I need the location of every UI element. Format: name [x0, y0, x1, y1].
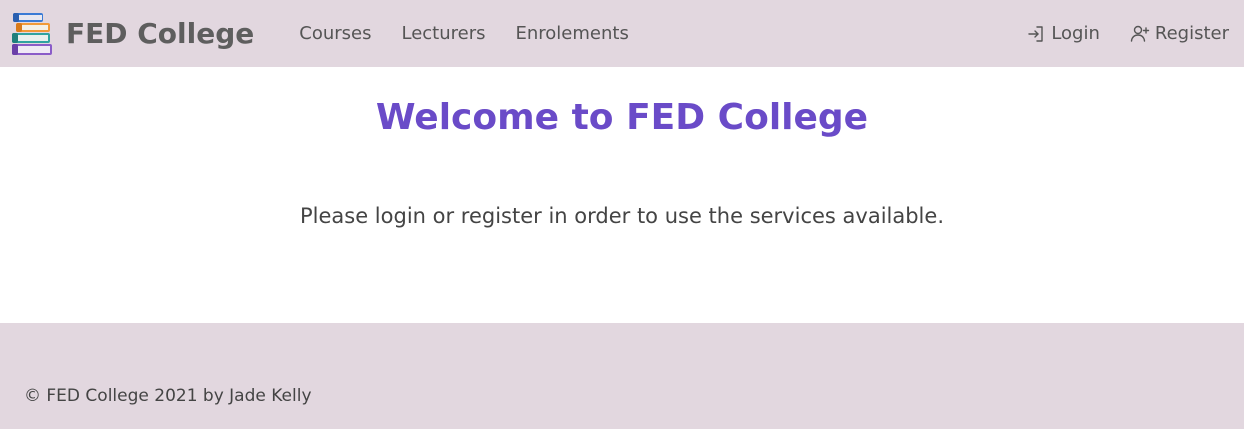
navbar: FED College Courses Lecturers Enrolement…: [0, 0, 1244, 67]
page-title: Welcome to FED College: [375, 97, 869, 138]
footer-copyright: © FED College 2021 by Jade Kelly: [24, 386, 312, 406]
main-content: Welcome to FED College Please login or r…: [0, 67, 1244, 323]
nav-link-courses[interactable]: Courses: [299, 23, 371, 44]
add-user-icon: [1130, 25, 1150, 42]
brand-link[interactable]: FED College: [10, 11, 254, 57]
books-icon: [12, 12, 52, 55]
login-link[interactable]: Login: [1026, 23, 1100, 44]
login-label: Login: [1051, 23, 1100, 44]
register-link[interactable]: Register: [1130, 23, 1229, 44]
nav-link-lecturers[interactable]: Lecturers: [401, 23, 485, 44]
nav-link-enrolements[interactable]: Enrolements: [516, 23, 629, 44]
nav-links: Courses Lecturers Enrolements: [299, 23, 659, 44]
nav-auth: Login Register: [996, 23, 1229, 44]
register-label: Register: [1154, 23, 1229, 44]
brand-title: FED College: [66, 17, 255, 50]
welcome-message: Please login or register in order to use…: [299, 204, 944, 228]
login-icon: [1028, 25, 1044, 42]
footer: © FED College 2021 by Jade Kelly: [0, 323, 1244, 429]
